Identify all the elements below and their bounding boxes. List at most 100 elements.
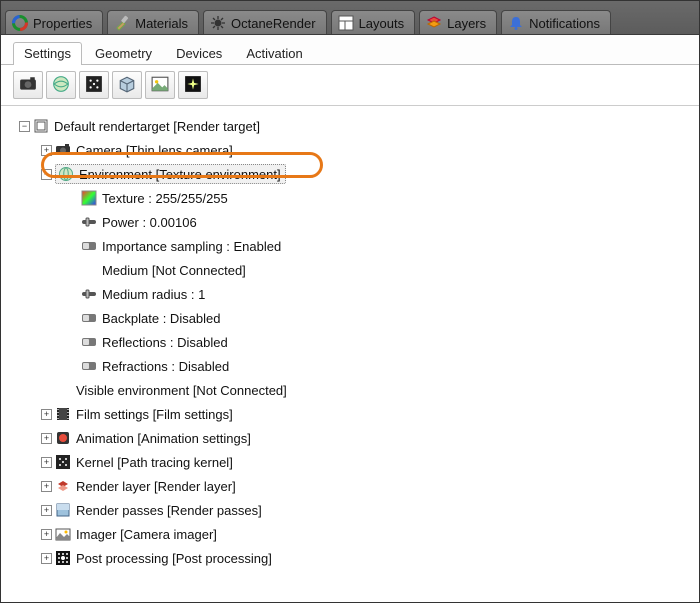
expand-icon[interactable]: + [41,409,52,420]
top-tab-label: Layouts [359,16,405,31]
expand-icon[interactable]: + [41,529,52,540]
slider-icon [81,286,97,302]
tree-node-label: Camera [Thin lens camera] [76,143,233,158]
tree-node-visible-env[interactable]: Visible environment [Not Connected] [9,378,691,402]
top-tab-materials[interactable]: Materials [107,10,199,34]
expand-icon[interactable]: + [41,145,52,156]
tree-node-label: Default rendertarget [Render target] [54,119,260,134]
tree-node-label: Medium [Not Connected] [102,263,246,278]
tree-node-label: Visible environment [Not Connected] [76,383,287,398]
tree-node-label: Render passes [Render passes] [76,503,262,518]
tree-node-film[interactable]: + Film settings [Film settings] [9,402,691,426]
panel-sub-tabs: Settings Geometry Devices Activation [1,35,699,65]
post-tool-button[interactable] [178,71,208,99]
tree-node-env-power[interactable]: Power : 0.00106 [9,210,691,234]
tree-node-label: Render layer [Render layer] [76,479,236,494]
image-tool-icon [151,75,169,96]
top-tab-properties[interactable]: Properties [5,10,103,34]
toggle-icon [81,334,97,350]
sub-tab-geometry[interactable]: Geometry [84,42,163,65]
top-tab-label: Notifications [529,16,600,31]
tree-node-env-reflections[interactable]: Reflections : Disabled [9,330,691,354]
tree-node-post[interactable]: + Post processing [Post processing] [9,546,691,570]
expand-icon[interactable]: + [41,457,52,468]
top-tab-layers[interactable]: Layers [419,10,497,34]
tree-node-label: Texture : 255/255/255 [102,191,228,206]
toggle-icon [81,358,97,374]
tree-node-env-medium[interactable]: Medium [Not Connected] [9,258,691,282]
cube-tool-button[interactable] [112,71,142,99]
tree-node-label: Environment [Texture environment] [79,167,281,182]
tree-node-env-texture[interactable]: Texture : 255/255/255 [9,186,691,210]
camera-icon [55,142,71,158]
expand-icon[interactable]: + [41,481,52,492]
globe-tool-icon [52,75,70,96]
layouts-icon [338,15,354,31]
tree-node-env-importance[interactable]: Importance sampling : Enabled [9,234,691,258]
top-tab-bar: Properties Materials OctaneRender Layout… [1,1,699,35]
expand-icon[interactable]: + [41,433,52,444]
tree-node-label: Refractions : Disabled [102,359,229,374]
film-icon [55,406,71,422]
top-tab-layouts[interactable]: Layouts [331,10,416,34]
bell-icon [508,15,524,31]
sub-tab-activation[interactable]: Activation [235,42,313,65]
sparkle-tool-icon [184,75,202,96]
empty-icon [81,262,97,278]
expand-icon[interactable]: + [41,505,52,516]
sub-tab-label: Geometry [95,46,152,61]
env-icon [58,166,74,182]
top-tab-label: Properties [33,16,92,31]
color-icon [81,190,97,206]
tree-node-label: Film settings [Film settings] [76,407,233,422]
toggle-icon [81,310,97,326]
tree-node-label: Importance sampling : Enabled [102,239,281,254]
sub-tab-label: Devices [176,46,222,61]
tree-node-label: Power : 0.00106 [102,215,197,230]
camera-tool-button[interactable] [13,71,43,99]
tree-node-label: Animation [Animation settings] [76,431,251,446]
tree-node-render-passes[interactable]: + Render passes [Render passes] [9,498,691,522]
tree-node-label: Kernel [Path tracing kernel] [76,455,233,470]
top-tab-octane[interactable]: OctaneRender [203,10,327,34]
cube-tool-icon [118,75,136,96]
tree-node-animation[interactable]: + Animation [Animation settings] [9,426,691,450]
environment-tool-button[interactable] [46,71,76,99]
sub-tab-settings[interactable]: Settings [13,42,82,65]
collapse-icon[interactable]: − [41,169,52,180]
kernel-tool-button[interactable] [79,71,109,99]
tree-node-root[interactable]: − Default rendertarget [Render target] [9,114,691,138]
expand-icon[interactable]: + [41,553,52,564]
brush-icon [114,15,130,31]
collapse-icon[interactable]: − [19,121,30,132]
sub-tab-label: Settings [24,46,71,61]
node-tree[interactable]: − Default rendertarget [Render target] +… [1,106,699,601]
tree-node-imager[interactable]: + Imager [Camera imager] [9,522,691,546]
image-tool-button[interactable] [145,71,175,99]
tree-node-environment[interactable]: − Environment [Texture environment] [9,162,691,186]
tree-node-env-refractions[interactable]: Refractions : Disabled [9,354,691,378]
anim-icon [55,430,71,446]
tree-node-kernel[interactable]: + Kernel [Path tracing kernel] [9,450,691,474]
toggle-icon [81,238,97,254]
selected-node-highlight: Environment [Texture environment] [55,164,286,184]
tree-node-render-layer[interactable]: + Render layer [Render layer] [9,474,691,498]
kernel-tool-icon [85,75,103,96]
tree-node-env-medium-radius[interactable]: Medium radius : 1 [9,282,691,306]
tree-node-label: Medium radius : 1 [102,287,205,302]
top-tab-label: OctaneRender [231,16,316,31]
top-tab-label: Layers [447,16,486,31]
rpass-icon [55,502,71,518]
octane-icon [210,15,226,31]
top-tab-notifications[interactable]: Notifications [501,10,611,34]
tree-node-env-backplate[interactable]: Backplate : Disabled [9,306,691,330]
layers-icon [426,15,442,31]
sub-tab-devices[interactable]: Devices [165,42,233,65]
kernel-icon [55,454,71,470]
properties-circle-icon [12,15,28,31]
tree-node-camera[interactable]: + Camera [Thin lens camera] [9,138,691,162]
rlayer-icon [55,478,71,494]
tree-node-label: Post processing [Post processing] [76,551,272,566]
settings-toolbar [1,65,699,106]
target-icon [33,118,49,134]
